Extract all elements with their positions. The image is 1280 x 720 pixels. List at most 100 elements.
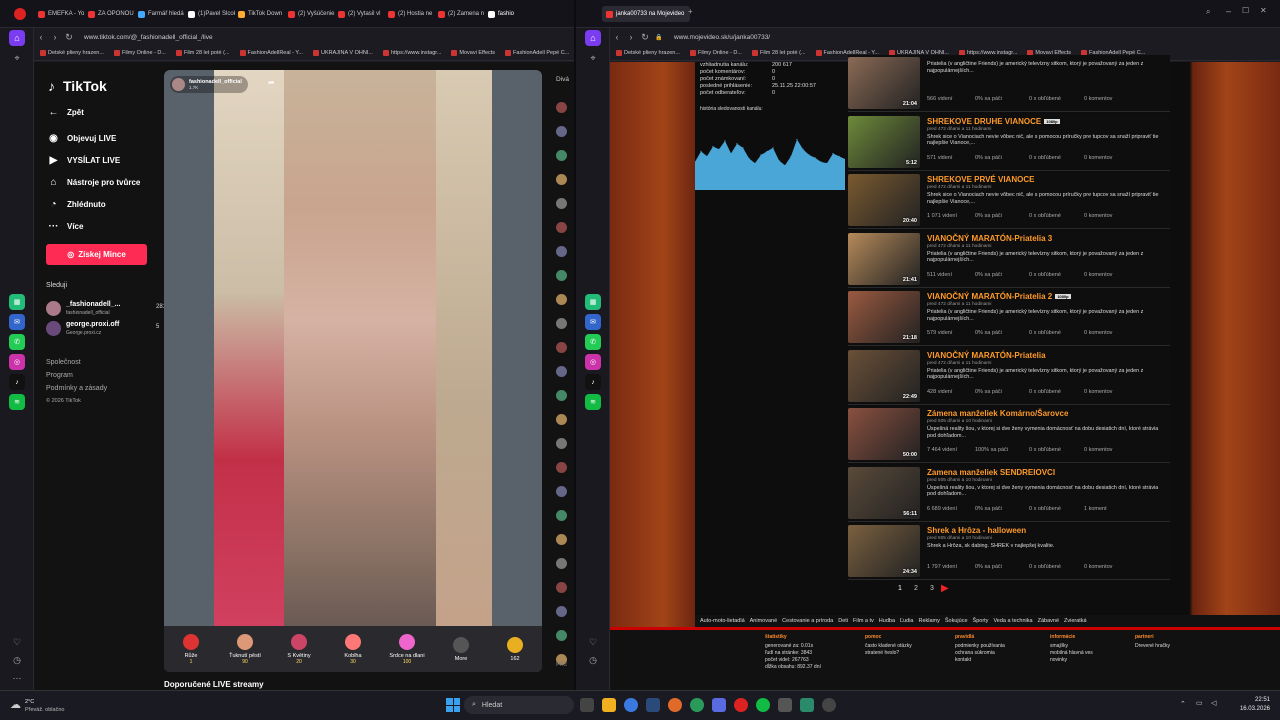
browser-tab[interactable]: fashio [488, 6, 535, 22]
forward-icon[interactable]: › [48, 32, 62, 42]
category-link[interactable]: Reklamy [918, 618, 939, 624]
nav-item[interactable]: ◔ Zhlédnuto [48, 199, 105, 210]
following-item[interactable]: _fashionadell_... fashionadell_official 28… [46, 300, 166, 318]
next-page-icon[interactable]: ▶ [941, 583, 949, 594]
footer-link[interactable]: počet videí: 267763 [765, 657, 821, 664]
home-icon[interactable]: ⌂ [9, 30, 25, 46]
browser-tab[interactable]: (2) Vyšúčenie [288, 6, 335, 22]
video-thumbnail[interactable]: 21:41 [848, 232, 920, 285]
reload-icon[interactable]: ↻ [638, 32, 652, 43]
footer-link[interactable]: smajlíky [1050, 643, 1093, 650]
category-link[interactable]: Zvieratká [1064, 618, 1087, 624]
heart-icon[interactable]: ♡ [585, 634, 601, 650]
category-link[interactable]: Cestovanie a príroda [782, 618, 833, 624]
gift-item[interactable]: Srdce na dlani 100 [380, 633, 434, 665]
host-badge[interactable]: fashionadell_official 1.7K [170, 76, 248, 93]
app-icon[interactable] [778, 698, 792, 712]
bookmark-item[interactable]: Film 28 let poté (... [751, 50, 806, 56]
browser-tab[interactable]: TikTok Down [238, 6, 285, 22]
avatar[interactable] [556, 462, 567, 473]
url-field[interactable]: www.tiktok.com/@_fashionadell_official_/… [84, 34, 213, 41]
opera-logo-icon[interactable] [14, 8, 26, 20]
category-link[interactable]: Ľudia [900, 618, 913, 624]
nav-item[interactable]: ▶ VYSÍLAT LIVE [48, 155, 121, 166]
avatar[interactable] [556, 342, 567, 353]
video-item[interactable]: 22:49 VIANOČNÝ MARATÓN-Priatelia pred 472 … [848, 347, 1170, 405]
avatar[interactable] [556, 222, 567, 233]
browser-tab[interactable]: (2) Vytasil vl [338, 6, 385, 22]
video-item[interactable]: 20:40 SHREKOVE PRVÉ VIANOCE pred 472 dňami… [848, 172, 1170, 229]
video-item[interactable]: 50:00 Zámena manželiek Komárno/Šarovce pre… [848, 406, 1170, 463]
pin-icon[interactable]: ⌖ [585, 50, 601, 66]
spotify-icon[interactable] [756, 698, 770, 712]
category-link[interactable]: Auto-moto-lietadlá [700, 618, 745, 624]
page-link[interactable]: 3 [930, 585, 934, 592]
video-title[interactable]: Shrek a Hrôza - halloween [927, 526, 1026, 535]
spotify-icon[interactable]: ≋ [9, 394, 25, 410]
forward-icon[interactable]: › [624, 32, 638, 42]
clock-icon[interactable]: ◷ [585, 652, 601, 668]
video-thumbnail[interactable]: 21:18 [848, 291, 920, 343]
heart-icon[interactable]: ♡ [9, 634, 25, 650]
steam-icon[interactable] [646, 698, 660, 712]
avatar[interactable] [556, 414, 567, 425]
avatar[interactable] [556, 438, 567, 449]
video-title[interactable]: VIANOČNÝ MARATÓN-Priatelia 3 [927, 234, 1052, 243]
browser-tab[interactable]: EMEFKA - Yo [38, 6, 85, 22]
gift-item[interactable]: S Květiny 20 [272, 633, 326, 665]
bookmark-item[interactable]: FashionAdell Pepé C... [505, 50, 569, 56]
messenger-icon[interactable]: ✉ [585, 314, 601, 330]
comment-input[interactable]: Přid [556, 662, 574, 674]
page-link[interactable]: 1 [898, 585, 902, 592]
avatar[interactable] [556, 102, 567, 113]
tiktok-icon[interactable]: ♪ [585, 374, 601, 390]
avatar[interactable] [556, 606, 567, 617]
volume-icon[interactable]: ◁ [1211, 699, 1216, 707]
video-item[interactable]: 21:41 VIANOČNÝ MARATÓN-Priatelia 3 pred 47… [848, 230, 1170, 288]
avatar[interactable] [556, 510, 567, 521]
footer-link[interactable]: Drevené hračky [1135, 643, 1170, 650]
app-icon[interactable] [800, 698, 814, 712]
home-icon[interactable]: ⌂ [585, 30, 601, 46]
file-explorer-icon[interactable] [602, 698, 616, 712]
video-thumbnail[interactable]: 20:40 [848, 174, 920, 226]
tiktok-icon[interactable]: ♪ [9, 374, 25, 390]
footer-link[interactable]: generované za: 0.01s [765, 643, 821, 650]
browser-tab[interactable]: (1)Pavel Slcok [188, 6, 235, 22]
back-icon[interactable]: ‹ [34, 32, 48, 42]
gift-item[interactable]: Koblha 30 [326, 633, 380, 665]
video-title[interactable]: VIANOČNÝ MARATÓN-Priatelia [927, 351, 1046, 360]
whatsapp-icon[interactable]: ✆ [9, 334, 25, 350]
video-item[interactable]: 24:34 Shrek a Hrôza - halloween pred 505 d… [848, 523, 1170, 580]
windows-start-icon[interactable] [446, 698, 460, 712]
video-thumbnail[interactable]: 21:04 [848, 57, 920, 109]
footer-link[interactable]: ľudí na stránke: 3843 [765, 650, 821, 657]
browser-tab[interactable]: (2) Hostia ne [388, 6, 435, 22]
back-link[interactable]: ← Zpět [48, 107, 84, 118]
video-thumbnail[interactable]: 22:49 [848, 349, 920, 402]
avatar[interactable] [556, 198, 567, 209]
bookmark-item[interactable]: Detské plieny hrazen... [616, 50, 680, 56]
tab-mojevideo[interactable]: janka00733 na Mojevideo [602, 6, 690, 22]
avatar[interactable] [556, 270, 567, 281]
video-title[interactable]: VIANOČNÝ MARATÓN-Priatelia 2 1080p [927, 292, 1071, 301]
footer-link[interactable]: novinky [1050, 657, 1093, 664]
app-icon[interactable] [690, 698, 704, 712]
avatar[interactable] [556, 534, 567, 545]
footer-link[interactable]: mobilná hlavná ves [1050, 650, 1093, 657]
footer-link[interactable]: ochrana súkromia [955, 650, 1005, 657]
video-item[interactable]: 5:12 SHREKOVE DRUHE VIANOCE 1080p pred 472 … [848, 113, 1170, 171]
bookmark-item[interactable]: Filmy Online - D... [689, 50, 742, 56]
clock-icon[interactable]: ◷ [9, 652, 25, 668]
more-icon[interactable]: ⋯ [9, 670, 25, 686]
footer-link[interactable]: dĺžka obsahu: 892.37 dní [765, 664, 821, 671]
network-icon[interactable]: ▭ [1196, 699, 1203, 707]
footer-link[interactable]: Podmínky a zásady [46, 385, 107, 392]
page-link[interactable]: 2 [914, 585, 918, 592]
live-stream-video[interactable]: fashionadell_official 1.7K ➦ Růže 1 Ťuknut… [164, 70, 542, 672]
task-view-icon[interactable] [580, 698, 594, 712]
apps-icon[interactable]: ▦ [9, 294, 25, 310]
tray-arrow-icon[interactable]: ⌃ [1180, 700, 1186, 708]
bookmark-item[interactable]: UKRAJINA V OHNI... [312, 50, 373, 56]
video-title[interactable]: SHREKOVE DRUHE VIANOCE 1080p [927, 117, 1060, 126]
